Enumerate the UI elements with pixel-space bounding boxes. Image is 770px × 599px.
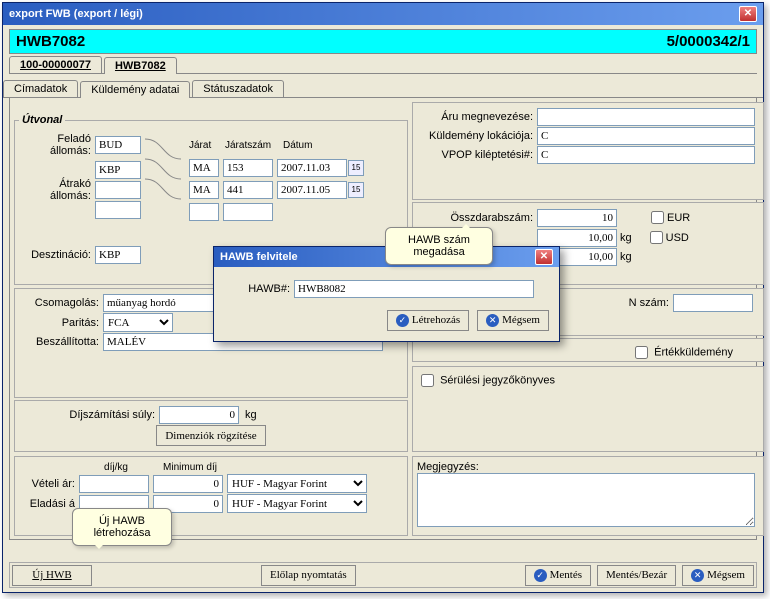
ossz-input[interactable] bbox=[537, 209, 617, 227]
ertek-label: Értékküldemény bbox=[654, 346, 733, 358]
header-bar: HWB7082 5/0000342/1 bbox=[9, 29, 757, 54]
usd-checkbox[interactable] bbox=[650, 231, 663, 244]
mentes-button[interactable]: ✓Mentés bbox=[525, 565, 591, 586]
utvonal-legend: Útvonal bbox=[19, 114, 65, 126]
inner-tab-kuldemeny[interactable]: Küldemény adatai bbox=[80, 81, 190, 98]
header-right: 5/0000342/1 bbox=[667, 33, 750, 50]
serul-checkbox[interactable] bbox=[421, 374, 434, 387]
calendar-icon[interactable]: 15 bbox=[348, 182, 364, 198]
vetel-currency[interactable]: HUF - Magyar Forint bbox=[227, 474, 367, 493]
route-bracket-icon bbox=[143, 137, 187, 219]
j3-szam[interactable] bbox=[223, 203, 273, 221]
j2-szam[interactable] bbox=[223, 181, 273, 199]
vetel-label: Vételi ár: bbox=[19, 478, 79, 490]
j1-jarat[interactable] bbox=[189, 159, 219, 177]
hdr-mindij: Minimum díj bbox=[153, 462, 227, 473]
mentesbezar-button[interactable]: Mentés/Bezár bbox=[597, 565, 676, 586]
letrehozas-button[interactable]: ✓Létrehozás bbox=[387, 310, 469, 331]
aru-lok-label: Küldemény lokációja: bbox=[417, 130, 537, 142]
elolap-button[interactable]: Előlap nyomtatás bbox=[261, 565, 356, 586]
outer-tab-1[interactable]: 100-00000077 bbox=[9, 56, 102, 73]
titlebar: export FWB (export / légi) ✕ bbox=[3, 3, 763, 25]
inner-tab-cimadatok[interactable]: Címadatok bbox=[3, 80, 78, 97]
group-megjegyzes: Megjegyzés: bbox=[412, 456, 764, 536]
megj-text[interactable] bbox=[417, 473, 755, 527]
aru-vpop-input[interactable] bbox=[537, 146, 755, 164]
desztinacio-input[interactable] bbox=[95, 246, 141, 264]
ossz-label: Összdarabszám: bbox=[417, 212, 537, 224]
j1-szam[interactable] bbox=[223, 159, 273, 177]
footer-toolbar: Új HWB Előlap nyomtatás ✓Mentés Mentés/B… bbox=[9, 562, 757, 588]
dsuly-label: Díjszámítási súly: bbox=[19, 409, 159, 421]
hawb-field-label: HAWB#: bbox=[224, 283, 294, 295]
hdr-jarat: Járat bbox=[189, 140, 225, 151]
calendar-icon[interactable]: 15 bbox=[348, 160, 364, 176]
atrako1-input[interactable] bbox=[95, 161, 141, 179]
x-icon: ✕ bbox=[691, 569, 704, 582]
desztinacio-label: Desztináció: bbox=[19, 249, 95, 261]
group-dijsuly: Díjszámítási súly: kg Dimenziók rögzítés… bbox=[14, 400, 408, 452]
note-hawb-szam: HAWB szám megadása bbox=[385, 227, 493, 265]
vetel-dijkg[interactable] bbox=[79, 475, 149, 493]
outer-tab-row: 100-00000077 HWB7082 bbox=[9, 56, 757, 74]
dsuly-input[interactable] bbox=[159, 406, 239, 424]
window-title: export FWB (export / légi) bbox=[9, 8, 143, 20]
weight1-input[interactable] bbox=[537, 229, 617, 247]
serul-label: Sérülési jegyzőkönyves bbox=[440, 374, 555, 386]
aru-meg-label: Áru megnevezése: bbox=[417, 111, 537, 123]
megj-label: Megjegyzés: bbox=[417, 461, 479, 473]
besz-label: Beszállította: bbox=[19, 336, 103, 348]
x-icon: ✕ bbox=[486, 314, 499, 327]
kg-label: kg bbox=[620, 251, 632, 263]
aru-meg-input[interactable] bbox=[537, 108, 755, 126]
vetel-mindij[interactable] bbox=[153, 475, 223, 493]
eur-label: EUR bbox=[667, 212, 690, 224]
close-icon[interactable]: ✕ bbox=[739, 6, 757, 22]
dialog-title: HAWB felvitele bbox=[220, 251, 298, 263]
par-label: Paritás: bbox=[19, 317, 103, 329]
group-serulesi: Sérülési jegyzőkönyves bbox=[412, 366, 764, 452]
eladas-currency[interactable]: HUF - Magyar Forint bbox=[227, 494, 367, 513]
par-select[interactable]: FCA bbox=[103, 313, 173, 332]
usd-label: USD bbox=[666, 232, 689, 244]
dsuly-unit: kg bbox=[245, 409, 257, 421]
atrako-label: Átrakó állomás: bbox=[19, 178, 95, 202]
hawb-field-input[interactable] bbox=[294, 280, 534, 298]
eur-checkbox[interactable] bbox=[651, 211, 664, 224]
check-icon: ✓ bbox=[396, 314, 409, 327]
dimenzio-button[interactable]: Dimenziók rögzítése bbox=[156, 425, 265, 446]
j2-jarat[interactable] bbox=[189, 181, 219, 199]
hdr-datum: Dátum bbox=[283, 140, 312, 151]
aru-vpop-label: VPOP kiléptetési#: bbox=[417, 149, 537, 161]
j2-datum[interactable] bbox=[277, 181, 347, 199]
dialog-megsem-button[interactable]: ✕Mégsem bbox=[477, 310, 549, 331]
ertek-checkbox[interactable] bbox=[635, 346, 648, 359]
atrako3-input[interactable] bbox=[95, 201, 141, 219]
note-uj-hawb: Új HAWB létrehozása bbox=[72, 508, 172, 546]
j3-jarat[interactable] bbox=[189, 203, 219, 221]
csom-label: Csomagolás: bbox=[19, 297, 103, 309]
inner-tab-row: Címadatok Küldemény adatai Státuszadatok bbox=[3, 80, 763, 98]
hdr-dijkg: díj/kg bbox=[79, 462, 153, 473]
atrako2-input[interactable] bbox=[95, 181, 141, 199]
inner-tab-statusz[interactable]: Státuszadatok bbox=[192, 80, 284, 97]
nszam-input[interactable] bbox=[673, 294, 753, 312]
header-left: HWB7082 bbox=[16, 33, 85, 50]
eladas-label: Eladási á bbox=[19, 498, 79, 510]
felado-input[interactable] bbox=[95, 136, 141, 154]
outer-tab-2[interactable]: HWB7082 bbox=[104, 57, 177, 74]
dialog-close-icon[interactable]: ✕ bbox=[535, 249, 553, 265]
aru-lok-input[interactable] bbox=[537, 127, 755, 145]
group-aru: Áru megnevezése: Küldemény lokációja: VP… bbox=[412, 102, 764, 200]
j1-datum[interactable] bbox=[277, 159, 347, 177]
felado-label: Feladó állomás: bbox=[19, 133, 95, 157]
hdr-jaratszam: Járatszám bbox=[225, 140, 283, 151]
kg-label: kg bbox=[620, 232, 632, 244]
ujhwb-button[interactable]: Új HWB bbox=[12, 565, 92, 586]
footer-megsem-button[interactable]: ✕Mégsem bbox=[682, 565, 754, 586]
check-icon: ✓ bbox=[534, 569, 547, 582]
